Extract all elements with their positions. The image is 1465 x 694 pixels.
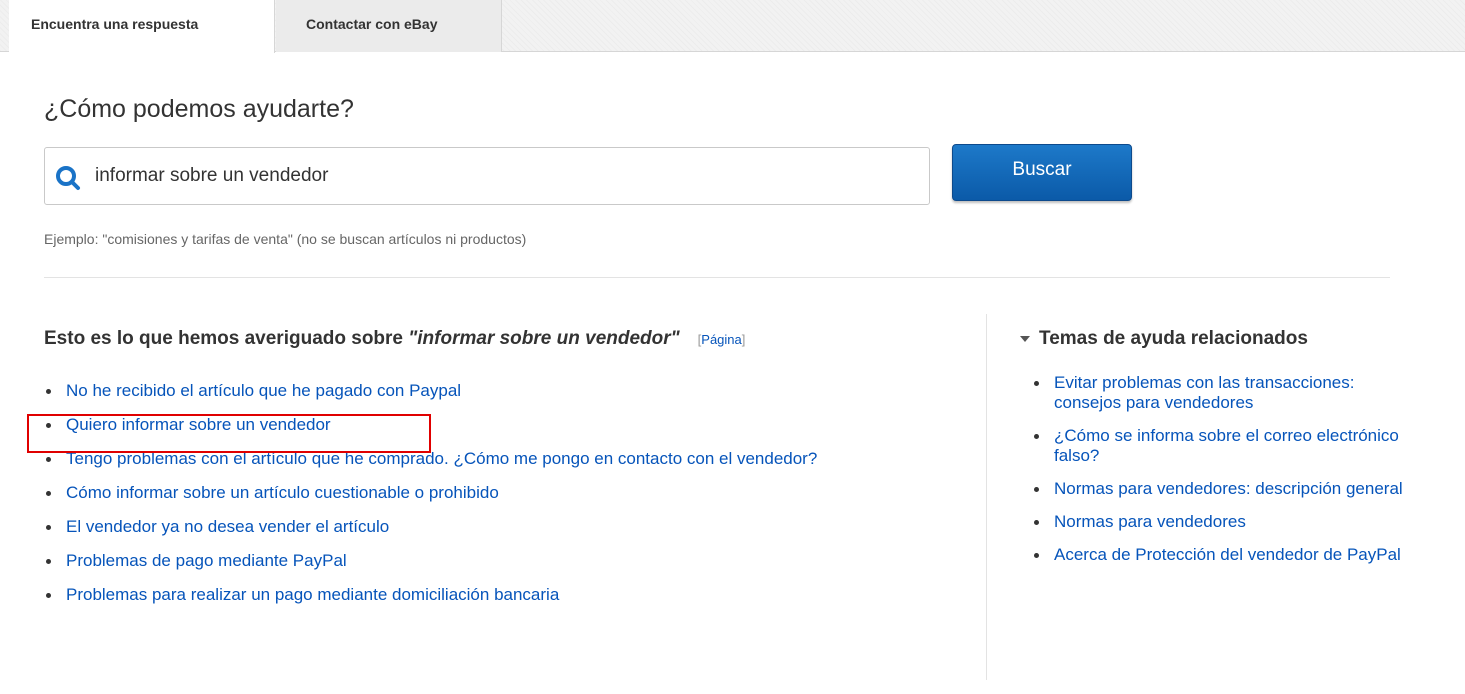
results-heading-query: "informar sobre un vendedor"	[408, 328, 680, 349]
page-link-close-bracket: ]	[741, 332, 746, 347]
search-icon	[56, 166, 80, 190]
list-item: ¿Cómo se informa sobre el correo electró…	[1032, 426, 1412, 466]
search-button[interactable]: Buscar	[952, 144, 1132, 201]
related-heading-label: Temas de ayuda relacionados	[1039, 328, 1308, 349]
tab-contact-ebay-label: Contactar con eBay	[306, 16, 438, 32]
list-item: Normas para vendedores	[1032, 512, 1412, 532]
related-topics-list: Evitar problemas con las transacciones: …	[1032, 373, 1412, 578]
list-item: El vendedor ya no desea vender el artícu…	[44, 516, 944, 538]
triangle-down-icon	[1020, 336, 1030, 342]
result-link[interactable]: El vendedor ya no desea vender el artícu…	[66, 517, 389, 536]
list-item: Acerca de Protección del vendedor de Pay…	[1032, 545, 1412, 565]
result-link[interactable]: No he recibido el artículo que he pagado…	[66, 381, 461, 400]
list-item: Problemas de pago mediante PayPal	[44, 550, 944, 572]
results-heading: Esto es lo que hemos averiguado sobre "i…	[44, 328, 745, 350]
divider	[44, 277, 1390, 278]
related-link[interactable]: ¿Cómo se informa sobre el correo electró…	[1054, 426, 1399, 465]
page-link[interactable]: Página	[701, 332, 741, 347]
list-item: Cómo informar sobre un artículo cuestion…	[44, 482, 944, 504]
tab-find-answer-label: Encuentra una respuesta	[31, 16, 199, 32]
list-item: Evitar problemas con las transacciones: …	[1032, 373, 1412, 413]
result-link[interactable]: Cómo informar sobre un artículo cuestion…	[66, 483, 499, 502]
search-box	[44, 147, 930, 205]
tab-find-answer[interactable]: Encuentra una respuesta	[9, 0, 275, 53]
related-link[interactable]: Normas para vendedores	[1054, 512, 1246, 531]
list-item: No he recibido el artículo que he pagado…	[44, 380, 944, 402]
page-link-wrapper: [Página]	[698, 332, 746, 347]
related-link[interactable]: Acerca de Protección del vendedor de Pay…	[1054, 545, 1401, 564]
tabs-bar: Encuentra una respuesta Contactar con eB…	[0, 0, 1465, 53]
search-input[interactable]	[95, 158, 915, 194]
results-heading-prefix: Esto es lo que hemos averiguado sobre	[44, 328, 409, 349]
search-example-hint: Ejemplo: "comisiones y tarifas de venta"…	[44, 231, 527, 247]
vertical-divider	[986, 314, 987, 680]
tab-contact-ebay[interactable]: Contactar con eBay	[276, 0, 502, 52]
page-title: ¿Cómo podemos ayudarte?	[44, 95, 354, 123]
result-link[interactable]: Problemas para realizar un pago mediante…	[66, 585, 559, 604]
related-topics-toggle[interactable]: Temas de ayuda relacionados	[1020, 328, 1308, 350]
result-link[interactable]: Problemas de pago mediante PayPal	[66, 551, 347, 570]
highlight-box	[27, 414, 431, 453]
related-link[interactable]: Evitar problemas con las transacciones: …	[1054, 373, 1354, 412]
related-link[interactable]: Normas para vendedores: descripción gene…	[1054, 479, 1403, 498]
list-item: Problemas para realizar un pago mediante…	[44, 584, 944, 606]
list-item: Normas para vendedores: descripción gene…	[1032, 479, 1412, 499]
